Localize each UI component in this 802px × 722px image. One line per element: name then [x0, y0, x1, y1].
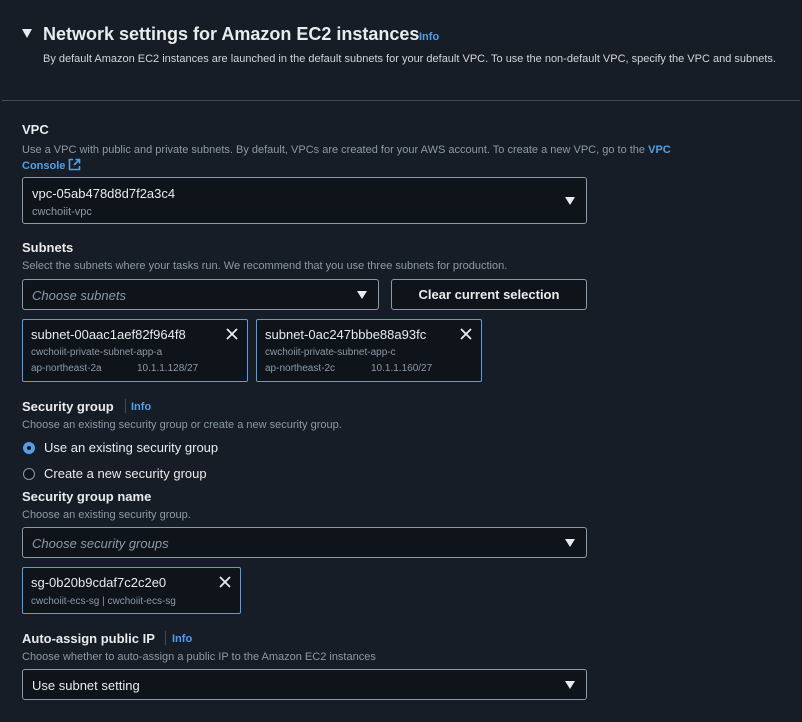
- subnet-cidr: 10.1.1.160/27: [371, 363, 433, 374]
- radio-existing-sg[interactable]: [23, 442, 35, 454]
- security-groups-select[interactable]: Choose security groups: [22, 527, 587, 558]
- label-separator: [165, 631, 166, 645]
- subnet-name: cwchoiit-private-subnet-app-c: [265, 347, 396, 358]
- security-group-info-link[interactable]: Info: [131, 401, 151, 413]
- security-group-description: Choose an existing security group or cre…: [22, 419, 342, 431]
- subnet-az: ap-northeast-2a: [31, 363, 102, 374]
- subnet-token: subnet-00aac1aef82f964f8 cwchoiit-privat…: [22, 319, 248, 382]
- section-description: By default Amazon EC2 instances are laun…: [43, 53, 776, 65]
- vpc-select-value: vpc-05ab478d8d7f2a3c4: [32, 186, 176, 201]
- clear-selection-button[interactable]: Clear current selection: [391, 279, 587, 310]
- section-header: Network settings for Amazon EC2 instance…: [2, 0, 800, 101]
- chevron-down-icon: [357, 291, 367, 299]
- vpc-description: Use a VPC with public and private subnet…: [22, 142, 782, 174]
- security-group-label: Security group: [22, 399, 114, 414]
- close-icon[interactable]: [225, 327, 239, 341]
- network-settings-panel: Network settings for Amazon EC2 instance…: [2, 0, 800, 720]
- security-group-name: cwchoiit-ecs-sg | cwchoiit-ecs-sg: [31, 596, 176, 607]
- close-icon[interactable]: [218, 575, 232, 589]
- vpc-label: VPC: [22, 122, 49, 137]
- subnet-az: ap-northeast-2c: [265, 363, 336, 374]
- subnet-id: subnet-00aac1aef82f964f8: [31, 327, 186, 342]
- close-icon[interactable]: [459, 327, 473, 341]
- subnet-token: subnet-0ac247bbbe88a93fc cwchoiit-privat…: [256, 319, 482, 382]
- vpc-select[interactable]: vpc-05ab478d8d7f2a3c4 cwchoiit-vpc: [22, 177, 587, 224]
- security-groups-placeholder: Choose security groups: [32, 536, 169, 551]
- subnets-placeholder: Choose subnets: [32, 288, 126, 303]
- vpc-console-link-part2[interactable]: Console: [22, 160, 65, 172]
- chevron-down-icon: [565, 681, 575, 689]
- chevron-down-icon: [565, 539, 575, 547]
- subnets-description: Select the subnets where your tasks run.…: [22, 260, 508, 272]
- subnet-cidr: 10.1.1.128/27: [137, 363, 199, 374]
- security-group-token: sg-0b20b9cdaf7c2c2e0 cwchoiit-ecs-sg | c…: [22, 567, 241, 614]
- radio-new-sg[interactable]: [23, 468, 35, 480]
- subnets-select[interactable]: Choose subnets: [22, 279, 379, 310]
- public-ip-description: Choose whether to auto-assign a public I…: [22, 651, 376, 663]
- radio-new-sg-label[interactable]: Create a new security group: [44, 466, 207, 481]
- collapse-caret-icon[interactable]: [22, 29, 32, 38]
- radio-existing-sg-label[interactable]: Use an existing security group: [44, 440, 218, 455]
- subnet-name: cwchoiit-private-subnet-app-a: [31, 347, 163, 358]
- security-group-id: sg-0b20b9cdaf7c2c2e0: [31, 575, 167, 590]
- public-ip-select[interactable]: Use subnet setting: [22, 669, 587, 700]
- external-link-icon[interactable]: [68, 158, 81, 171]
- public-ip-info-link[interactable]: Info: [172, 633, 192, 645]
- label-separator: [125, 399, 126, 413]
- vpc-console-link-part1[interactable]: VPC: [648, 144, 671, 156]
- public-ip-label: Auto-assign public IP: [22, 631, 155, 646]
- vpc-select-sublabel: cwchoiit-vpc: [32, 206, 92, 218]
- subnets-label: Subnets: [22, 240, 74, 255]
- security-group-name-label: Security group name: [22, 489, 152, 504]
- public-ip-value: Use subnet setting: [32, 678, 140, 693]
- vpc-description-text: Use a VPC with public and private subnet…: [22, 144, 646, 156]
- section-title: Network settings for Amazon EC2 instance…: [43, 24, 420, 44]
- section-info-link[interactable]: Info: [419, 31, 439, 43]
- subnet-id: subnet-0ac247bbbe88a93fc: [265, 327, 427, 342]
- chevron-down-icon: [565, 197, 575, 205]
- security-group-name-description: Choose an existing security group.: [22, 509, 191, 521]
